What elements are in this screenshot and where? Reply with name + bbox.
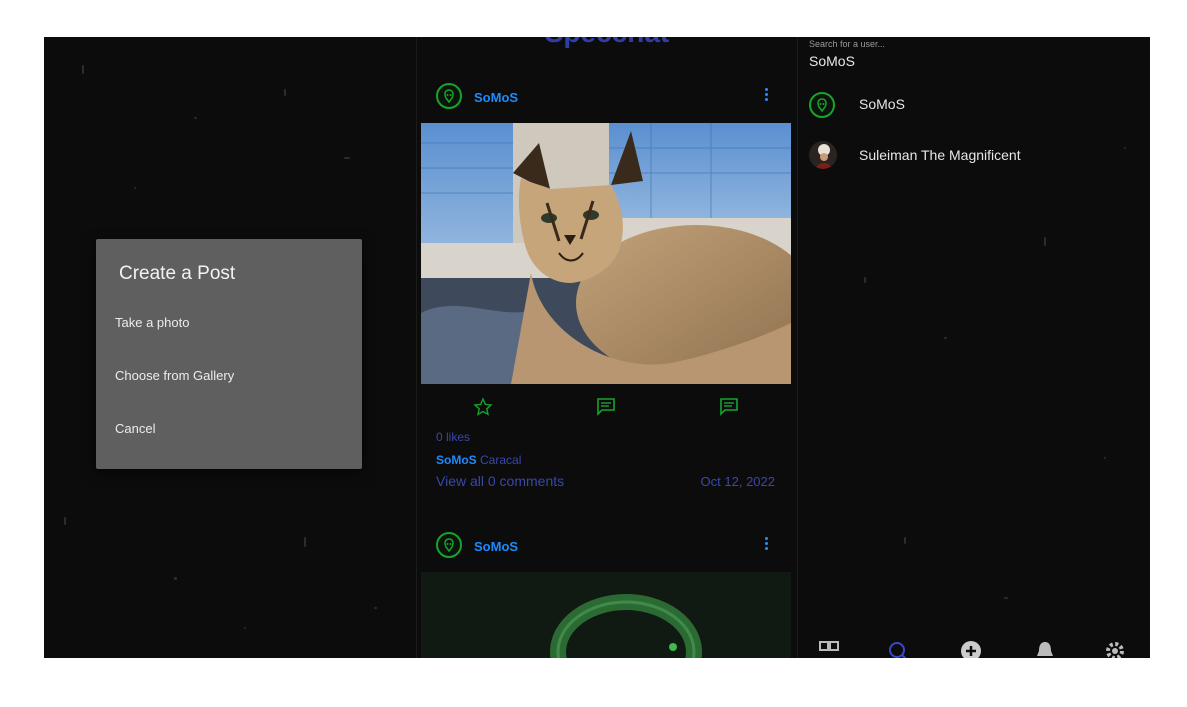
search-icon[interactable] [888,640,910,658]
caption-author[interactable]: SoMoS [436,453,477,467]
add-icon[interactable] [960,640,982,658]
bottom-navigation [796,637,1150,658]
home-icon[interactable] [818,640,840,658]
dialog-title: Create a Post [119,263,236,284]
result-username: SoMoS [859,96,905,112]
app-title: Specchat [417,37,797,49]
result-username: Suleiman The Magnificent [859,147,1021,163]
notifications-icon[interactable] [1034,640,1056,658]
avatar[interactable] [436,83,462,109]
caption-text: Caracal [480,453,522,467]
likes-count: 0 likes [436,430,471,444]
avatar[interactable] [436,532,462,558]
comment-icon[interactable] [719,396,739,416]
caracal-photo [421,123,791,384]
settings-icon[interactable] [1104,640,1126,658]
post-image[interactable] [421,572,791,658]
comment-icon[interactable] [596,396,616,416]
create-post-screen: Create a Post Take a photo Choose from G… [44,37,416,658]
more-options-icon[interactable] [765,88,769,103]
post-author[interactable]: SoMoS [474,539,518,554]
search-input[interactable]: SoMoS [809,53,855,69]
create-post-dialog: Create a Post Take a photo Choose from G… [96,239,362,469]
feed-screen: Specchat SoMoS [416,37,798,658]
post-author[interactable]: SoMoS [474,90,518,105]
choose-from-gallery-option[interactable]: Choose from Gallery [115,368,234,383]
alien-logo-icon [444,538,454,552]
avatar [809,141,837,169]
post-caption: SoMoS Caracal [436,453,521,467]
view-comments-link[interactable]: View all 0 comments [436,473,564,489]
portrait-avatar [816,144,832,169]
star-outline-icon[interactable] [473,397,493,417]
take-photo-option[interactable]: Take a photo [115,315,189,330]
alien-logo-icon [817,98,827,112]
avatar [809,92,835,118]
alien-logo-icon [444,89,454,103]
cancel-option[interactable]: Cancel [115,421,155,436]
more-options-icon[interactable] [765,537,769,552]
post-date: Oct 12, 2022 [700,474,775,489]
app-screens: Create a Post Take a photo Choose from G… [44,37,1150,658]
search-placeholder: Search for a user... [809,39,886,49]
search-screen: Search for a user... SoMoS SoMoS Suleima… [796,37,1150,658]
ring-photo [550,594,702,658]
post-image[interactable] [421,123,791,384]
